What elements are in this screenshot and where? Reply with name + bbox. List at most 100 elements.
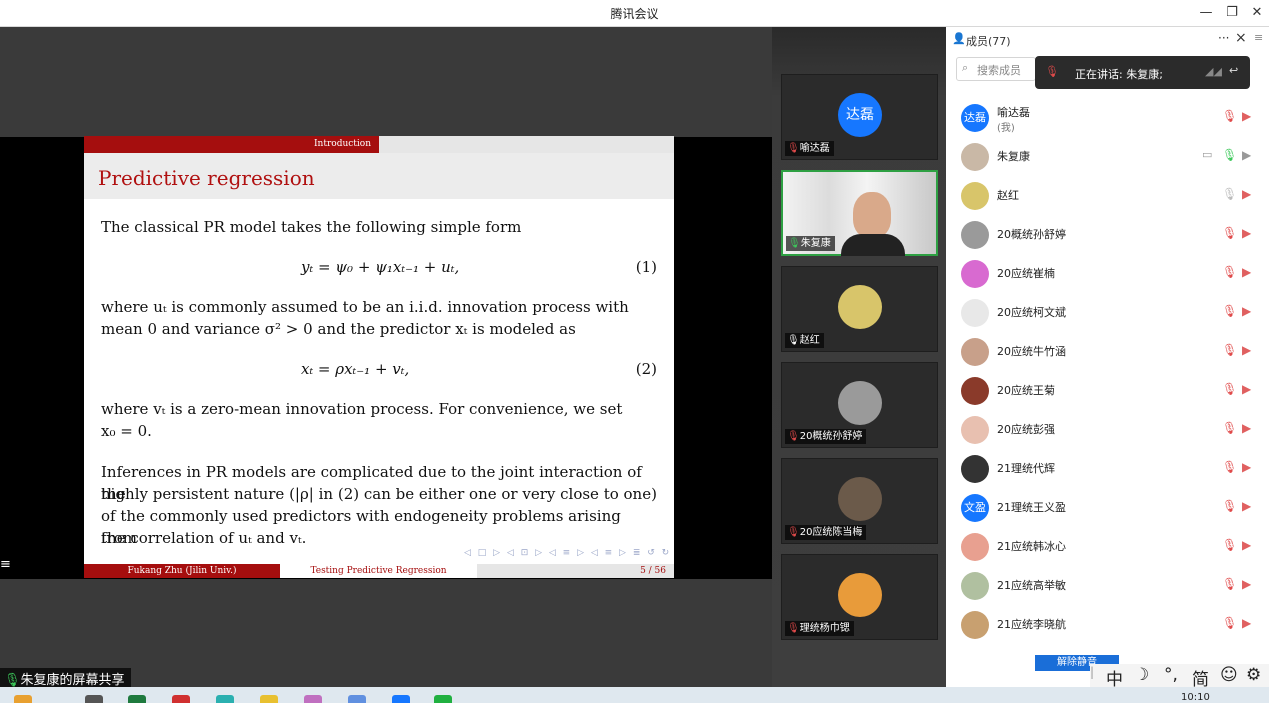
chrome-icon[interactable] <box>172 695 190 703</box>
camera-off-icon[interactable]: ▶ <box>1242 538 1251 552</box>
camera-off-icon[interactable]: ▶ <box>1242 499 1251 513</box>
collapse-icon[interactable]: ◢◢ <box>1205 65 1222 78</box>
avatar: 文盈 <box>961 494 989 522</box>
app-icon[interactable] <box>304 695 322 703</box>
member-name: 20应统柯文斌 <box>997 306 1066 319</box>
member-row[interactable]: 20应统柯文斌 🎙 ▶ <box>946 293 1269 332</box>
mic-icon[interactable]: 🎙 <box>1222 187 1237 201</box>
mic-muted-icon[interactable]: 🎙 <box>1222 460 1237 474</box>
mic-muted-icon[interactable]: 🎙 <box>1222 382 1237 396</box>
app-icon[interactable] <box>85 695 103 703</box>
slide-paragraph: highly persistent nature (|ρ| in (2) can… <box>101 485 657 503</box>
folder-icon[interactable] <box>260 695 278 703</box>
slide-paragraph: where vₜ is a zero-mean innovation proce… <box>101 400 623 418</box>
mic-muted-icon[interactable]: 🎙 <box>1222 538 1237 552</box>
mic-muted-icon[interactable]: 🎙 <box>1222 343 1237 357</box>
restore-button[interactable]: ❐ <box>1222 3 1242 23</box>
camera-off-icon[interactable]: ▶ <box>1242 382 1251 396</box>
wechat-icon[interactable] <box>434 695 452 703</box>
more-options-button[interactable]: ··· <box>1218 31 1229 45</box>
members-panel-header: 👤 成员(77) ··· × ≡ <box>946 27 1269 53</box>
mic-muted-icon[interactable]: 🎙 <box>1222 616 1237 630</box>
camera-off-icon[interactable]: ▶ <box>1242 226 1251 240</box>
camera-off-icon[interactable]: ▶ <box>1242 304 1251 318</box>
title-bar: 腾讯会议 — ❐ ✕ <box>0 0 1269 27</box>
mic-muted-icon[interactable]: 🎙 <box>1222 265 1237 279</box>
video-tile[interactable]: 🎙理统杨巾锶 <box>781 554 938 640</box>
ime-moon-icon[interactable]: ☽ <box>1134 665 1149 685</box>
camera-off-icon[interactable]: ▶ <box>1242 616 1251 630</box>
avatar: 达磊 <box>838 93 882 137</box>
taskbar-clock[interactable]: 10:10 <box>1181 692 1210 703</box>
slide-paragraph: mean 0 and variance σ² > 0 and the predi… <box>101 320 576 338</box>
mic-muted-icon[interactable]: 🎙 <box>1222 577 1237 591</box>
close-panel-button[interactable]: × <box>1235 30 1247 46</box>
avatar <box>961 533 989 561</box>
member-name: 20应统王菊 <box>997 384 1055 397</box>
minimize-button[interactable]: — <box>1196 3 1216 23</box>
slide-navigation-controls[interactable]: ◁ □ ▷ ◁ ⊡ ▷ ◁ ≡ ▷ ◁ ≡ ▷ ≣ ↺ ↻ <box>464 548 671 558</box>
camera-off-icon[interactable]: ▶ <box>1242 343 1251 357</box>
avatar <box>961 611 989 639</box>
slide-paragraph: the correlation of uₜ and vₜ. <box>101 529 307 547</box>
screen-share-icon: ▭ <box>1202 148 1213 161</box>
member-role: (我) <box>997 123 1015 134</box>
ime-settings-icon[interactable]: ⚙ <box>1246 665 1261 685</box>
member-row[interactable]: 21应统高举敏 🎙 ▶ <box>946 566 1269 605</box>
excel-icon[interactable] <box>128 695 146 703</box>
camera-off-icon[interactable]: ▶ <box>1242 187 1251 201</box>
file-explorer-icon[interactable] <box>14 695 32 703</box>
member-row[interactable]: 21应统韩冰心 🎙 ▶ <box>946 527 1269 566</box>
member-row[interactable]: 20应统王菊 🎙 ▶ <box>946 371 1269 410</box>
camera-off-icon[interactable]: ▶ <box>1242 421 1251 435</box>
avatar <box>961 572 989 600</box>
camera-off-icon[interactable]: ▶ <box>1242 577 1251 591</box>
reply-icon[interactable]: ↩ <box>1229 64 1238 77</box>
member-row[interactable]: 20概统孙舒婷 🎙 ▶ <box>946 215 1269 254</box>
video-tile[interactable]: 达磊 🎙喻达磊 <box>781 74 938 160</box>
member-row[interactable]: 20应统彭强 🎙 ▶ <box>946 410 1269 449</box>
video-tile[interactable]: 🎙20应统陈当梅 <box>781 458 938 544</box>
member-row[interactable]: 赵红 🎙 ▶ <box>946 176 1269 215</box>
camera-icon[interactable]: ▶ <box>1242 148 1251 162</box>
member-name: 喻达磊 <box>997 106 1030 119</box>
notepad-icon[interactable] <box>348 695 366 703</box>
close-button[interactable]: ✕ <box>1247 3 1267 23</box>
mic-muted-icon[interactable]: 🎙 <box>1222 109 1237 123</box>
member-row[interactable]: 朱复康 ▭ 🎙 ▶ <box>946 137 1269 176</box>
ime-emoji-icon[interactable]: ☺ <box>1220 665 1238 685</box>
video-tile[interactable]: 🎙20概统孙舒婷 <box>781 362 938 448</box>
mic-muted-icon[interactable]: 🎙 <box>1222 226 1237 240</box>
video-tile[interactable]: 🎙赵红 <box>781 266 938 352</box>
member-row[interactable]: 达磊 喻达磊 (我) 🎙 ▶ <box>946 98 1269 137</box>
list-view-icon[interactable]: ≡ <box>1254 31 1263 44</box>
video-tile-active-speaker[interactable]: 🎙朱复康 <box>781 170 938 256</box>
camera-off-icon[interactable]: ▶ <box>1242 109 1251 123</box>
camera-off-icon[interactable]: ▶ <box>1242 460 1251 474</box>
camera-off-icon[interactable]: ▶ <box>1242 265 1251 279</box>
member-row[interactable]: 21理统代辉 🎙 ▶ <box>946 449 1269 488</box>
slide-header-bar: Introduction <box>84 136 674 153</box>
mic-muted-icon[interactable]: 🎙 <box>1222 499 1237 513</box>
member-name: 21应统高举敏 <box>997 579 1066 592</box>
avatar <box>961 182 989 210</box>
menu-icon[interactable]: ≡ <box>0 557 11 572</box>
ime-punctuation[interactable]: °, <box>1164 665 1178 685</box>
mic-muted-icon[interactable]: 🎙 <box>1222 304 1237 318</box>
member-row[interactable]: 文盈 21理统王义盈 🎙 ▶ <box>946 488 1269 527</box>
mic-on-icon[interactable]: 🎙 <box>1222 148 1237 162</box>
presentation-slide: Introduction Predictive regression The c… <box>84 136 674 578</box>
member-row[interactable]: 20应统牛竹涵 🎙 ▶ <box>946 332 1269 371</box>
search-members-input[interactable]: ⌕ 搜索成员 <box>956 57 1036 81</box>
member-name: 朱复康 <box>997 150 1030 163</box>
equation-text: yₜ = ψ₀ + ψ₁xₜ₋₁ + uₜ, <box>301 258 460 276</box>
equation-number: (2) <box>635 360 657 378</box>
mic-muted-icon: 🎙 <box>787 527 800 538</box>
mic-muted-icon[interactable]: 🎙 <box>1222 421 1237 435</box>
member-row[interactable]: 20应统崔楠 🎙 ▶ <box>946 254 1269 293</box>
slide-footer: Fukang Zhu (Jilin Univ.) Testing Predict… <box>84 564 674 578</box>
tencent-meeting-icon[interactable] <box>392 695 410 703</box>
edge-icon[interactable] <box>216 695 234 703</box>
video-tile-name: 🎙20概统孙舒婷 <box>785 429 867 444</box>
member-row[interactable]: 21应统李晓航 🎙 ▶ <box>946 605 1269 644</box>
